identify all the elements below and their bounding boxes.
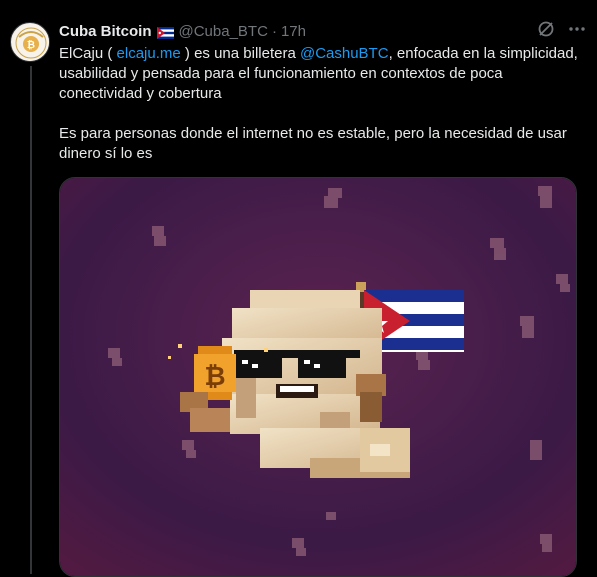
svg-text:₿: ₿ — [27, 39, 35, 51]
svg-text:₿: ₿ — [204, 362, 225, 392]
link-elcaju[interactable]: elcaju.me — [117, 45, 181, 62]
text-segment: ElCaju ( — [59, 45, 117, 62]
thread-line — [30, 66, 32, 574]
tweet-header: Cuba Bitcoin @Cuba_BTC · 17h — [59, 20, 585, 42]
tweet-actions — [537, 20, 587, 42]
tweet-image[interactable]: ₿ — [59, 177, 577, 577]
author-handle[interactable]: @Cuba_BTC — [179, 23, 268, 40]
text-paragraph-2: Es para personas donde el internet no es… — [59, 125, 572, 162]
more-icon[interactable] — [567, 20, 587, 42]
cuba-flag-emoji-icon — [156, 26, 174, 39]
elcaju-mascot-illustration: ₿ — [60, 178, 576, 576]
grok-icon[interactable] — [537, 20, 555, 42]
cuba-bitcoin-logo: ₿ — [12, 24, 49, 61]
separator: · — [271, 22, 277, 40]
tweet-text: ElCaju ( elcaju.me ) es una billetera @C… — [59, 44, 579, 164]
author-name[interactable]: Cuba Bitcoin — [59, 23, 152, 40]
mention-cashubtc[interactable]: @CashuBTC — [300, 45, 389, 62]
timestamp[interactable]: 17h — [281, 23, 306, 40]
avatar[interactable]: ₿ — [10, 22, 50, 62]
tweet[interactable]: Cuba Bitcoin @Cuba_BTC · 17h ElCaju (el… — [59, 20, 585, 164]
text-segment: ) es una billetera — [180, 45, 300, 62]
